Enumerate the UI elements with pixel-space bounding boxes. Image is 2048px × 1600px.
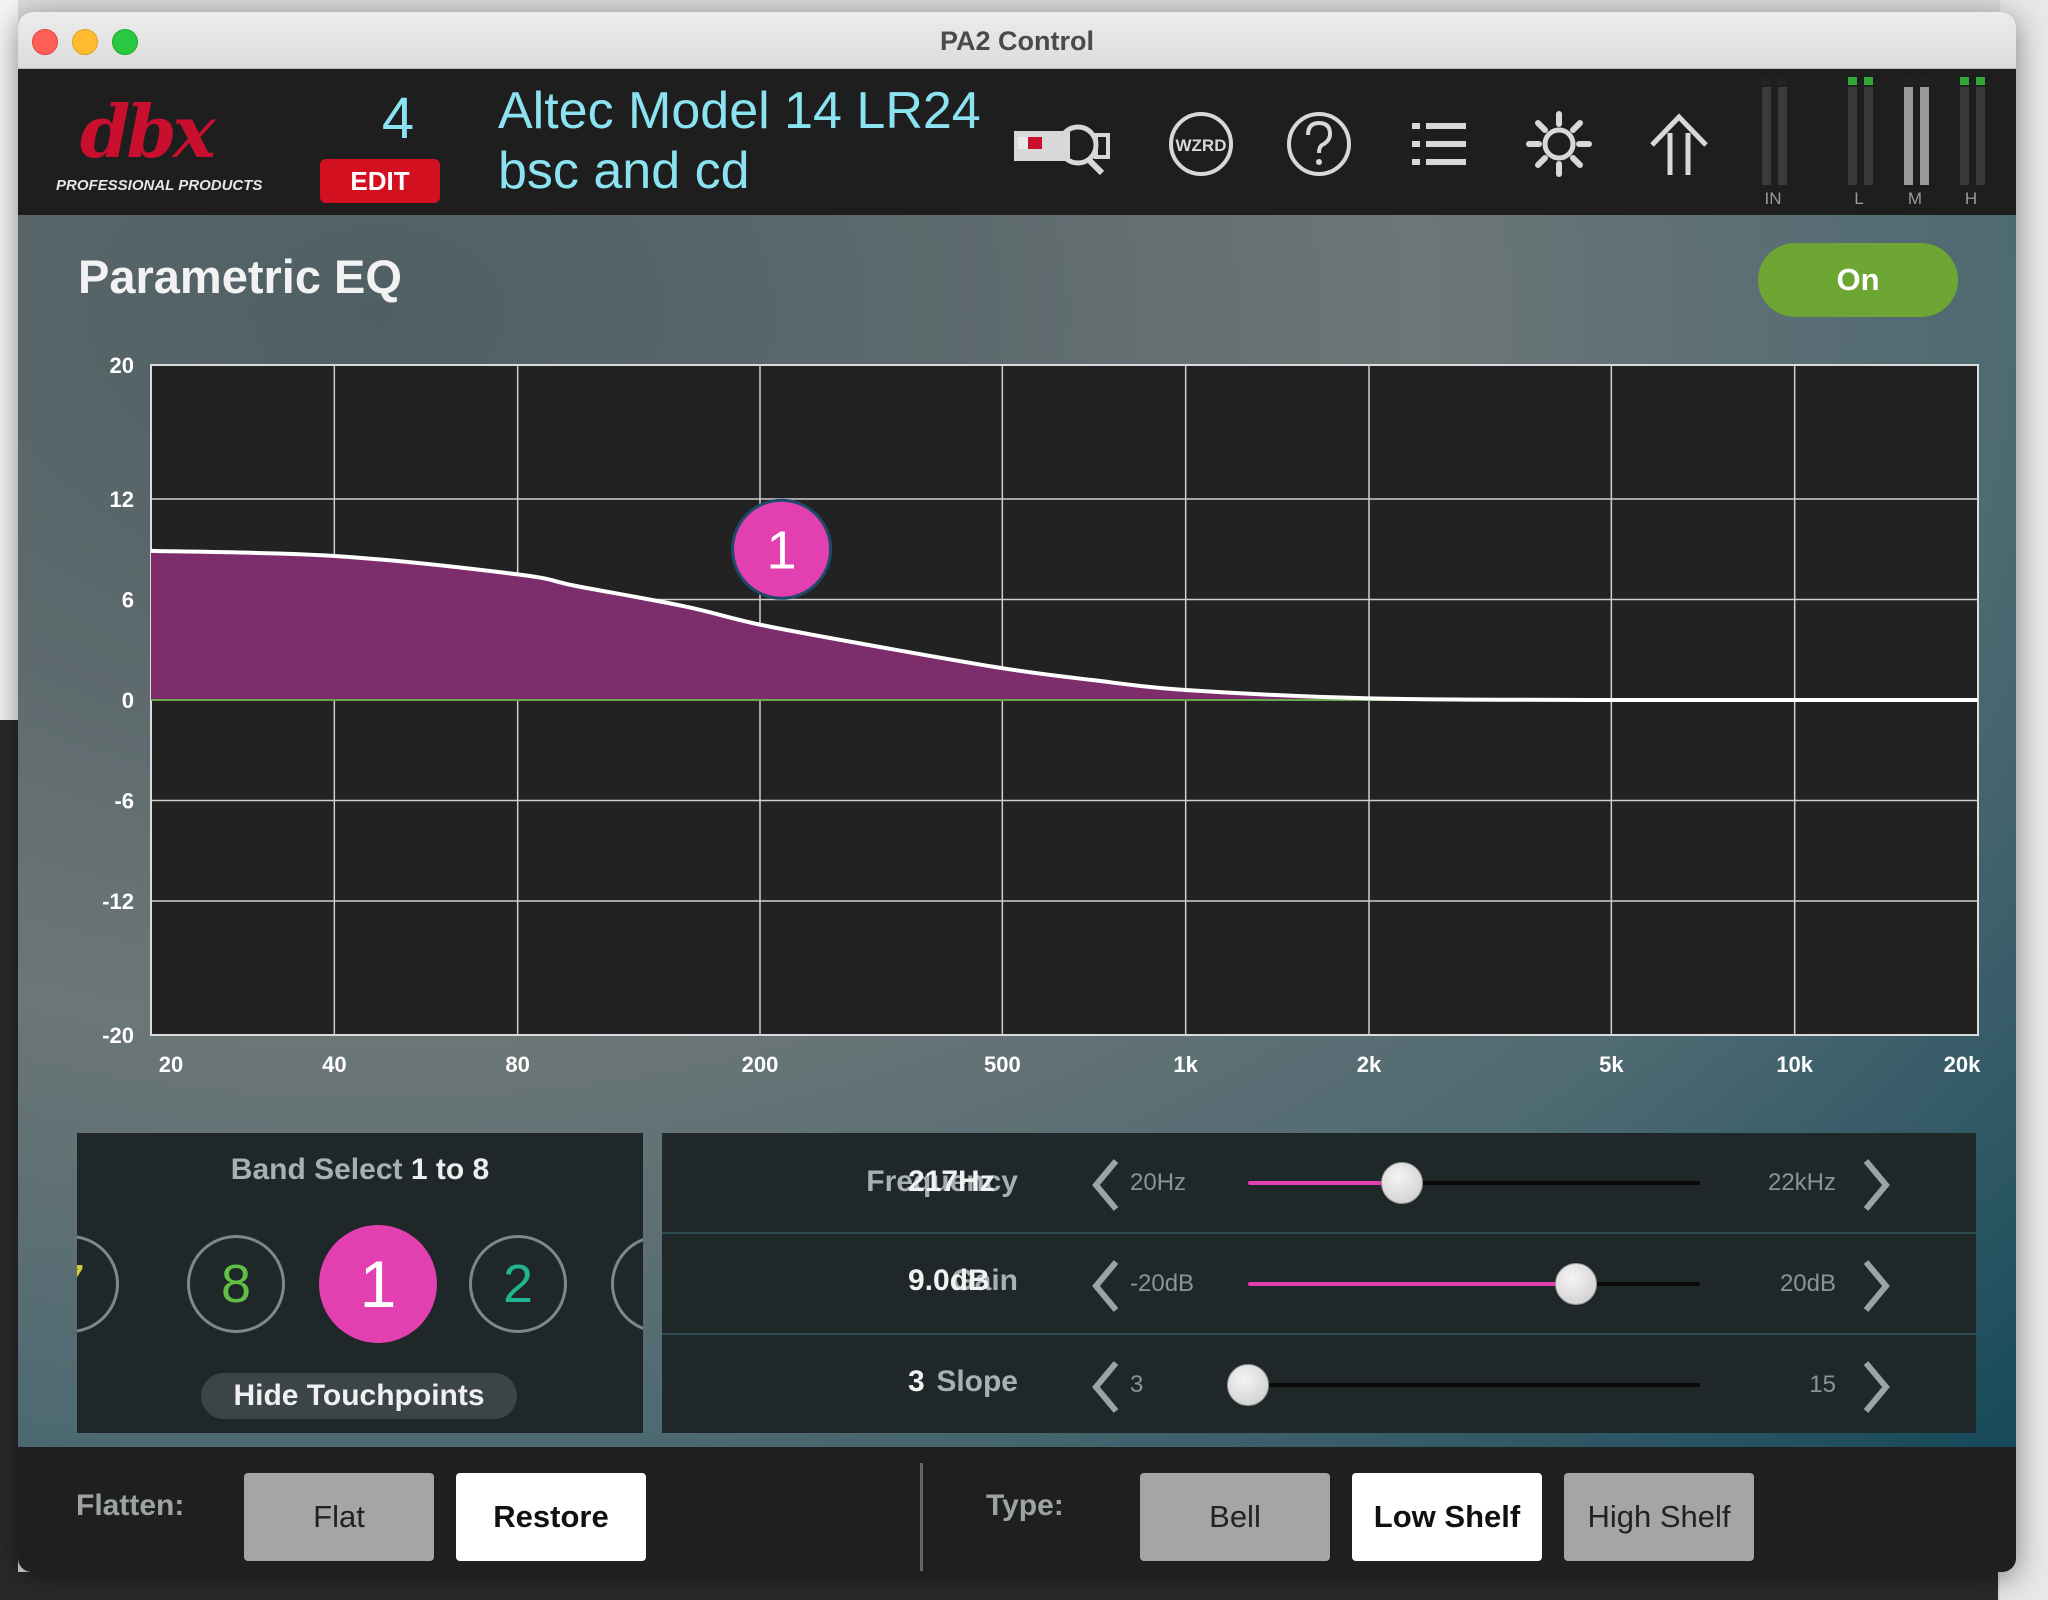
- band-parameters-panel: Frequency 217Hz 20Hz 22kHz Gain 9.0dB -2…: [662, 1133, 1976, 1433]
- type-label: Type:: [986, 1489, 1064, 1522]
- band-select-title-prefix: Band Select: [230, 1153, 403, 1186]
- slope-row: Slope 3 3 15: [662, 1335, 1976, 1435]
- touchpoint-label: 1: [767, 520, 797, 580]
- slope-slider[interactable]: [1227, 1364, 1700, 1406]
- band-button-8[interactable]: 8: [187, 1235, 285, 1333]
- slope-min-label: 3: [1130, 1371, 1144, 1398]
- frequency-value: 217Hz: [908, 1165, 995, 1198]
- slope-value: 3: [908, 1365, 925, 1398]
- x-tick-label: 20k: [1944, 1052, 1981, 1077]
- slope-label: Slope: [936, 1365, 1018, 1398]
- band-button-7[interactable]: 7: [77, 1235, 119, 1333]
- band-select-title-range: 1 to 8: [410, 1153, 490, 1186]
- eq-response-graph[interactable]: 201260-6-12-20 20 40 80 200 500 1k 2k 5k 10k 20k …: [18, 355, 2016, 1135]
- x-tick-label: 40: [322, 1052, 346, 1077]
- frequency-min-label: 20Hz: [1130, 1169, 1187, 1196]
- y-axis-ticks: 20 12 6 0 -6 -12 -20: [102, 355, 134, 1048]
- band-button-3[interactable]: 3: [611, 1235, 643, 1333]
- frequency-max-label: 22kHz: [1767, 1169, 1836, 1196]
- x-tick-label: 1k: [1173, 1052, 1198, 1077]
- rta-mic-icon[interactable]: [1010, 109, 1114, 179]
- high-shelf-type-button[interactable]: High Shelf: [1564, 1473, 1754, 1561]
- slope-decrease-chevron-icon[interactable]: [1086, 1357, 1126, 1417]
- window-title: PA2 Control: [940, 26, 1094, 56]
- x-tick-label: 20: [159, 1052, 183, 1077]
- flatten-label: Flatten:: [76, 1489, 185, 1522]
- gain-increase-chevron-icon[interactable]: [1856, 1256, 1896, 1316]
- wizard-icon-label: WZRD: [1176, 136, 1227, 155]
- band-select-panel: Band Select 1 to 8 7 8 1 2 3 Hide Touchp…: [77, 1133, 643, 1433]
- x-axis-ticks: 20 40 80 200 500 1k 2k 5k 10k 20k: [159, 1052, 1981, 1077]
- x-tick-label: 500: [984, 1052, 1021, 1077]
- logo-text: dbx: [80, 89, 216, 174]
- gain-max-label: 20dB: [1779, 1270, 1836, 1297]
- gain-min-label: -20dB: [1130, 1270, 1195, 1297]
- hide-touchpoints-button[interactable]: Hide Touchpoints: [201, 1373, 517, 1419]
- frequency-increase-chevron-icon[interactable]: [1856, 1155, 1896, 1215]
- band-1-touchpoint[interactable]: 1: [731, 498, 833, 600]
- gain-decrease-chevron-icon[interactable]: [1086, 1256, 1126, 1316]
- gain-slider-thumb[interactable]: [1554, 1263, 1597, 1305]
- y-tick-label: -20: [102, 1023, 134, 1048]
- x-tick-label: 200: [742, 1052, 779, 1077]
- frequency-decrease-chevron-icon[interactable]: [1086, 1155, 1126, 1215]
- preset-name-line1: Altec Model 14 LR24: [498, 82, 981, 140]
- gain-value: 9.0dB: [908, 1264, 990, 1297]
- slope-slider-thumb[interactable]: [1227, 1364, 1269, 1406]
- preset-name-line2: bsc and cd: [498, 142, 750, 200]
- wizard-icon[interactable]: WZRD: [1166, 109, 1236, 179]
- frequency-slider[interactable]: [1248, 1162, 1700, 1204]
- dbx-logo: dbx PROFESSIONAL PRODUCTS: [52, 89, 262, 199]
- meter-label-m: M: [1907, 189, 1923, 208]
- gain-row: Gain 9.0dB -20dB 20dB: [662, 1234, 1976, 1334]
- x-tick-label: 5k: [1599, 1052, 1624, 1077]
- frequency-slider-fill: [1248, 1181, 1402, 1185]
- gain-slider[interactable]: [1248, 1263, 1700, 1305]
- low-shelf-type-button[interactable]: Low Shelf: [1352, 1473, 1542, 1561]
- background-desktop-left: [0, 0, 18, 1600]
- eq-on-toggle[interactable]: On: [1758, 243, 1958, 317]
- band-button-1[interactable]: 1: [319, 1225, 437, 1343]
- menu-list-icon[interactable]: [1404, 109, 1474, 179]
- x-tick-label: 2k: [1357, 1052, 1382, 1077]
- background-dark-panel: [0, 720, 18, 1600]
- preset-name[interactable]: Altec Model 14 LR24 bsc and cd: [498, 81, 981, 201]
- restore-button[interactable]: Restore: [456, 1473, 646, 1561]
- page-title: Parametric EQ: [78, 250, 402, 303]
- flat-button[interactable]: Flat: [244, 1473, 434, 1561]
- title-bar: PA2 Control: [18, 12, 2016, 69]
- band-button-2[interactable]: 2: [469, 1235, 567, 1333]
- home-arrow-icon[interactable]: [1644, 109, 1714, 179]
- logo-subtitle: PROFESSIONAL PRODUCTS: [56, 177, 263, 194]
- app-header: dbx PROFESSIONAL PRODUCTS 4 EDIT Altec M…: [18, 69, 2016, 215]
- gain-slider-fill: [1248, 1282, 1576, 1286]
- x-tick-label: 10k: [1776, 1052, 1813, 1077]
- meter-label-l: L: [1854, 189, 1864, 208]
- background-taskbar: [18, 1572, 1998, 1600]
- band-select-title: Band Select 1 to 8: [77, 1153, 643, 1187]
- y-tick-label: 0: [122, 688, 134, 713]
- help-icon[interactable]: [1284, 109, 1354, 179]
- settings-gear-icon[interactable]: [1524, 109, 1594, 179]
- y-tick-label: -12: [102, 889, 134, 914]
- app-window: PA2 Control dbx PROFESSIONAL PRODUCTS 4 …: [18, 12, 2016, 1572]
- y-tick-label: 6: [122, 588, 134, 613]
- bell-type-button[interactable]: Bell: [1140, 1473, 1330, 1561]
- x-tick-label: 80: [505, 1052, 529, 1077]
- slope-max-label: 15: [1809, 1371, 1836, 1398]
- meter-label-in: IN: [1764, 189, 1782, 208]
- edit-button[interactable]: EDIT: [320, 159, 440, 203]
- frequency-slider-thumb[interactable]: [1380, 1162, 1423, 1204]
- footer-divider: [920, 1463, 923, 1571]
- footer-toolbar: Flatten: Flat Restore Type: Bell Low She…: [18, 1447, 2016, 1572]
- slope-increase-chevron-icon[interactable]: [1856, 1357, 1896, 1417]
- frequency-row: Frequency 217Hz 20Hz 22kHz: [662, 1133, 1976, 1233]
- eq-main-panel: Parametric EQ On 20 12 6 0 -6 -12 -20 20 40 80 20…: [18, 215, 2016, 1447]
- y-tick-label: -6: [114, 789, 134, 814]
- preset-number: 4: [381, 86, 415, 151]
- y-tick-label: 12: [110, 487, 134, 512]
- y-tick-label: 20: [110, 355, 134, 378]
- meter-label-h: H: [1964, 189, 1978, 208]
